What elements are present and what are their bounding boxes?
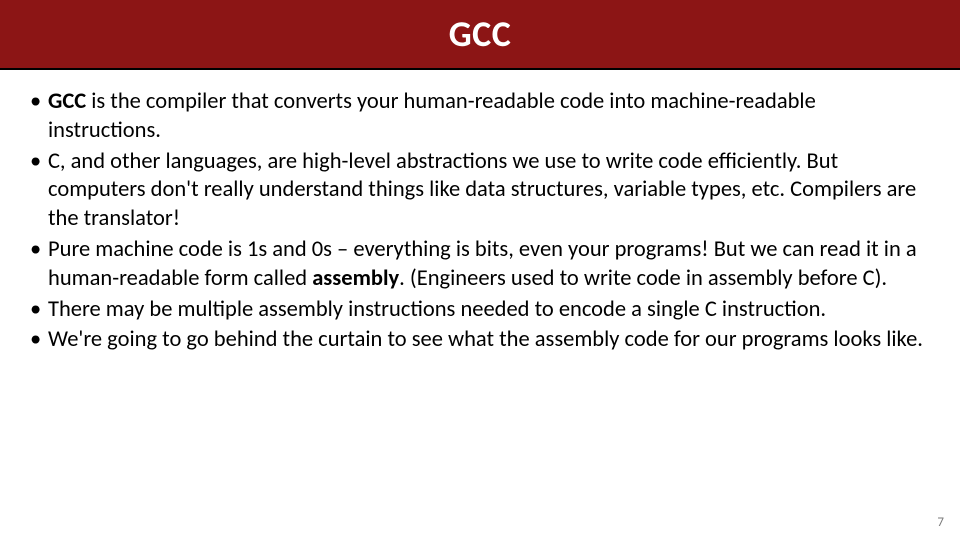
bold-text: GCC xyxy=(48,88,86,115)
bold-text: assembly xyxy=(312,265,399,292)
slide-body: GCC is the compiler that converts your h… xyxy=(0,70,960,355)
slide-title: GCC xyxy=(449,12,512,56)
list-item: We're going to go behind the curtain to … xyxy=(30,326,930,355)
page-number: 7 xyxy=(937,515,944,530)
list-item: Pure machine code is 1s and 0s – everyth… xyxy=(30,236,930,294)
bullet-text: C, and other languages, are high-level a… xyxy=(48,148,916,233)
list-item: C, and other languages, are high-level a… xyxy=(30,148,930,234)
bullet-text: We're going to go behind the curtain to … xyxy=(48,326,923,353)
list-item: GCC is the compiler that converts your h… xyxy=(30,88,930,146)
bullet-text: is the compiler that converts your human… xyxy=(48,88,816,144)
bullet-text: There may be multiple assembly instructi… xyxy=(48,296,826,323)
bullet-list: GCC is the compiler that converts your h… xyxy=(30,88,930,355)
list-item: There may be multiple assembly instructi… xyxy=(30,296,930,325)
title-bar: GCC xyxy=(0,0,960,70)
bullet-text: . (Engineers used to write code in assem… xyxy=(399,265,887,292)
